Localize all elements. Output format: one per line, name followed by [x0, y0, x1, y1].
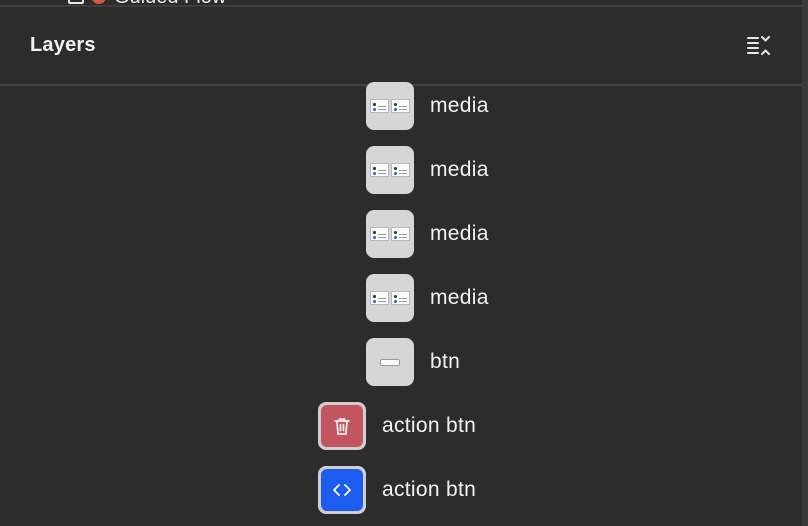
- layer-list: media media media media btn action btn a…: [0, 74, 802, 526]
- panel-title: Layers: [30, 34, 96, 56]
- layer-label: btn: [430, 350, 461, 373]
- layer-label: action btn: [382, 478, 477, 501]
- action-btn-thumbnail: [318, 466, 366, 514]
- media-thumbnail: [366, 82, 414, 130]
- layer-label: media: [430, 222, 489, 245]
- layer-row-media[interactable]: media: [0, 74, 802, 138]
- layer-row-media[interactable]: media: [0, 266, 802, 330]
- code-icon: [333, 484, 351, 496]
- layer-row-media[interactable]: media: [0, 202, 802, 266]
- media-thumbnail: [366, 210, 414, 258]
- panel-edge: [802, 0, 808, 526]
- layer-row-action-btn[interactable]: action btn: [0, 394, 802, 458]
- panel-header: Layers: [0, 7, 802, 84]
- trash-icon: [334, 418, 350, 435]
- collapse-all-icon: [747, 35, 770, 55]
- action-btn-thumbnail: [318, 402, 366, 450]
- layer-label: media: [430, 286, 489, 309]
- layout-grid-icon: [68, 0, 84, 4]
- layer-row-btn[interactable]: btn: [0, 330, 802, 394]
- button-thumbnail: [366, 338, 414, 386]
- layer-row-media[interactable]: media: [0, 138, 802, 202]
- media-thumbnail: [366, 274, 414, 322]
- layer-label: media: [430, 158, 489, 181]
- layer-label: media: [430, 94, 489, 117]
- collapse-all-button[interactable]: [744, 31, 774, 61]
- layers-panel: Guided Flow Layers: [0, 0, 808, 526]
- layer-label: action btn: [382, 414, 477, 437]
- layer-row-action-btn[interactable]: action btn: [0, 458, 802, 522]
- media-thumbnail: [366, 146, 414, 194]
